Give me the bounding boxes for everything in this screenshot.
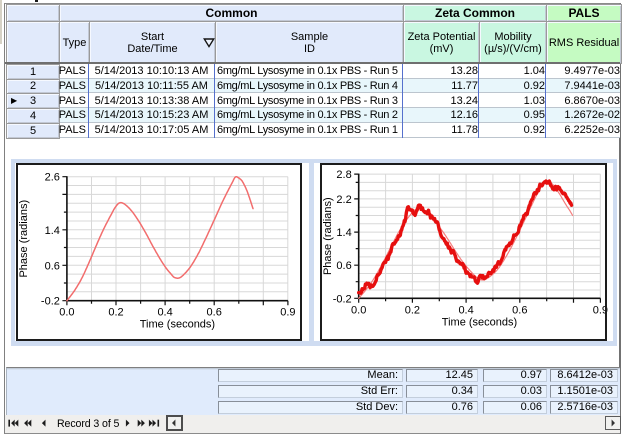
svg-text:0.2: 0.2 xyxy=(405,305,420,317)
svg-text:1.4: 1.4 xyxy=(45,225,60,237)
svg-text:0.6: 0.6 xyxy=(45,261,60,273)
svg-text:2.2: 2.2 xyxy=(336,194,351,206)
svg-text:0.0: 0.0 xyxy=(351,305,366,317)
svg-text:-0.2: -0.2 xyxy=(41,296,60,308)
svg-text:2.6: 2.6 xyxy=(45,172,60,184)
svg-text:0.6: 0.6 xyxy=(207,307,222,319)
svg-text:0.9: 0.9 xyxy=(280,307,295,319)
svg-text:Time (seconds): Time (seconds) xyxy=(140,319,215,331)
svg-text:0.2: 0.2 xyxy=(108,307,123,319)
svg-text:2.8: 2.8 xyxy=(336,169,351,181)
svg-text:Phase (radians): Phase (radians) xyxy=(322,198,334,276)
svg-text:-0.2: -0.2 xyxy=(333,294,352,306)
svg-text:0.6: 0.6 xyxy=(512,305,527,317)
svg-text:Time (seconds): Time (seconds) xyxy=(442,317,517,329)
svg-text:0.6: 0.6 xyxy=(336,261,351,273)
svg-text:0.4: 0.4 xyxy=(458,305,473,317)
svg-text:Phase (radians): Phase (radians) xyxy=(18,200,30,278)
svg-text:0.4: 0.4 xyxy=(157,307,172,319)
svg-text:0.0: 0.0 xyxy=(59,307,74,319)
svg-text:1.4: 1.4 xyxy=(336,227,351,239)
